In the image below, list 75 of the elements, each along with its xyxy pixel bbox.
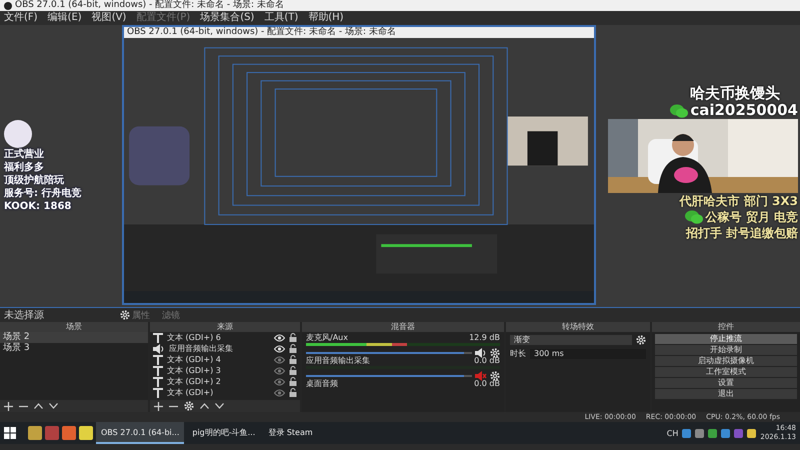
move-up-icon[interactable] (34, 403, 43, 409)
eye-icon[interactable] (274, 334, 285, 342)
control-button[interactable]: 设置 (655, 378, 797, 388)
source-status: 未选择源 (3, 308, 45, 322)
lock-icon[interactable] (289, 355, 297, 364)
overlay-text: 代肝哈夫市 部门 3X3 (680, 193, 798, 209)
taskbar-window[interactable]: pig明的吧-斗鱼... (187, 422, 260, 444)
overlay-heading: 哈夫币换馒头 (690, 85, 780, 102)
dock-title: 场景 (0, 322, 148, 332)
start-icon[interactable] (4, 427, 16, 439)
eye-icon[interactable] (274, 344, 285, 352)
settings-icon[interactable] (636, 335, 646, 345)
menu-item[interactable]: 场景集合(S) (200, 12, 254, 24)
source-item[interactable]: 文本 (GDI+) (167, 387, 270, 398)
lock-icon[interactable] (289, 344, 297, 353)
overlay-text: 正式营业 (4, 148, 44, 160)
control-button[interactable]: 停止推流 (655, 334, 797, 344)
move-down-icon[interactable] (49, 403, 58, 409)
avatar (4, 120, 32, 148)
control-button[interactable]: 启动虚拟摄像机 (655, 356, 797, 366)
lock-icon[interactable] (289, 388, 297, 397)
input-method[interactable]: CH (666, 428, 678, 438)
menu-item[interactable]: 文件(F) (4, 12, 38, 24)
add-icon[interactable] (154, 402, 163, 410)
overlay-text: 顶级护航陪玩 (4, 174, 64, 186)
lock-icon[interactable] (289, 333, 297, 342)
move-up-icon[interactable] (200, 403, 209, 409)
overlay-text: 福利多多 (4, 162, 44, 174)
duration-field[interactable]: 300 ms (530, 348, 646, 358)
channel-reading: 0.0 dB (474, 379, 500, 388)
speaker-icon[interactable] (475, 348, 487, 358)
control-button[interactable]: 退出 (655, 389, 797, 399)
speaker-icon[interactable] (475, 371, 487, 381)
settings-icon[interactable] (184, 401, 194, 411)
channel-reading: 0.0 dB (474, 356, 500, 365)
dock-title: 控件 (652, 322, 800, 332)
channel-name: 桌面音频 (306, 379, 338, 388)
source-item[interactable]: 文本 (GDI+) 3 (167, 365, 270, 376)
settings-icon[interactable] (490, 371, 500, 381)
chat-icon (670, 104, 688, 118)
overlay-contact: cai20250004 (690, 102, 798, 119)
lock-icon[interactable] (289, 366, 297, 375)
overlay-text: KOOK: 1868 (4, 200, 72, 212)
text-icon (153, 332, 163, 342)
source-item[interactable]: 文本 (GDI+) 2 (167, 376, 270, 387)
channel-name: 应用音频输出采集 (306, 356, 370, 365)
dock-title: 转场特效 (506, 322, 650, 332)
duration-label: 时长 (510, 348, 526, 359)
source-item[interactable]: 文本 (GDI+) 6 (167, 332, 270, 343)
menu-item[interactable]: 帮助(H) (308, 12, 344, 24)
scene-item[interactable]: 场景 3 (0, 343, 148, 354)
speaker-icon[interactable] (153, 344, 165, 354)
menu-item[interactable]: 视图(V) (92, 12, 126, 24)
move-down-icon[interactable] (215, 403, 224, 409)
transition-dropdown[interactable]: 渐变 (510, 335, 632, 345)
menu-item[interactable]: 编辑(E) (48, 12, 82, 24)
channel-reading: 12.9 dB (469, 333, 500, 342)
chat-icon (684, 210, 703, 224)
overlay-text: 公稼号 贸月 电竞 (706, 209, 798, 225)
source-item[interactable]: 文本 (GDI+) 4 (167, 354, 270, 365)
taskbar-window[interactable]: 登录 Steam (263, 422, 318, 444)
taskbar-window[interactable]: OBS 27.0.1 (64-bi... (96, 422, 184, 444)
dock-title: 混音器 (302, 322, 504, 332)
settings-icon[interactable] (490, 348, 500, 358)
add-icon[interactable] (4, 402, 13, 410)
control-button[interactable]: 开始录制 (655, 345, 797, 355)
channel-name: 麦克风/Aux (306, 333, 348, 342)
menu-item[interactable]: 工具(T) (264, 12, 298, 24)
scene-item[interactable]: 场景 2 (0, 332, 148, 343)
lock-icon[interactable] (289, 377, 297, 386)
dock-title: 来源 (150, 322, 300, 332)
overlay-text: 招打手 封号追缴包赔 (686, 225, 798, 241)
overlay-text: 服务号: 行舟电竞 (4, 188, 82, 200)
control-button[interactable]: 工作室模式 (655, 367, 797, 377)
source-item[interactable]: 应用音频输出采集 (169, 343, 270, 354)
